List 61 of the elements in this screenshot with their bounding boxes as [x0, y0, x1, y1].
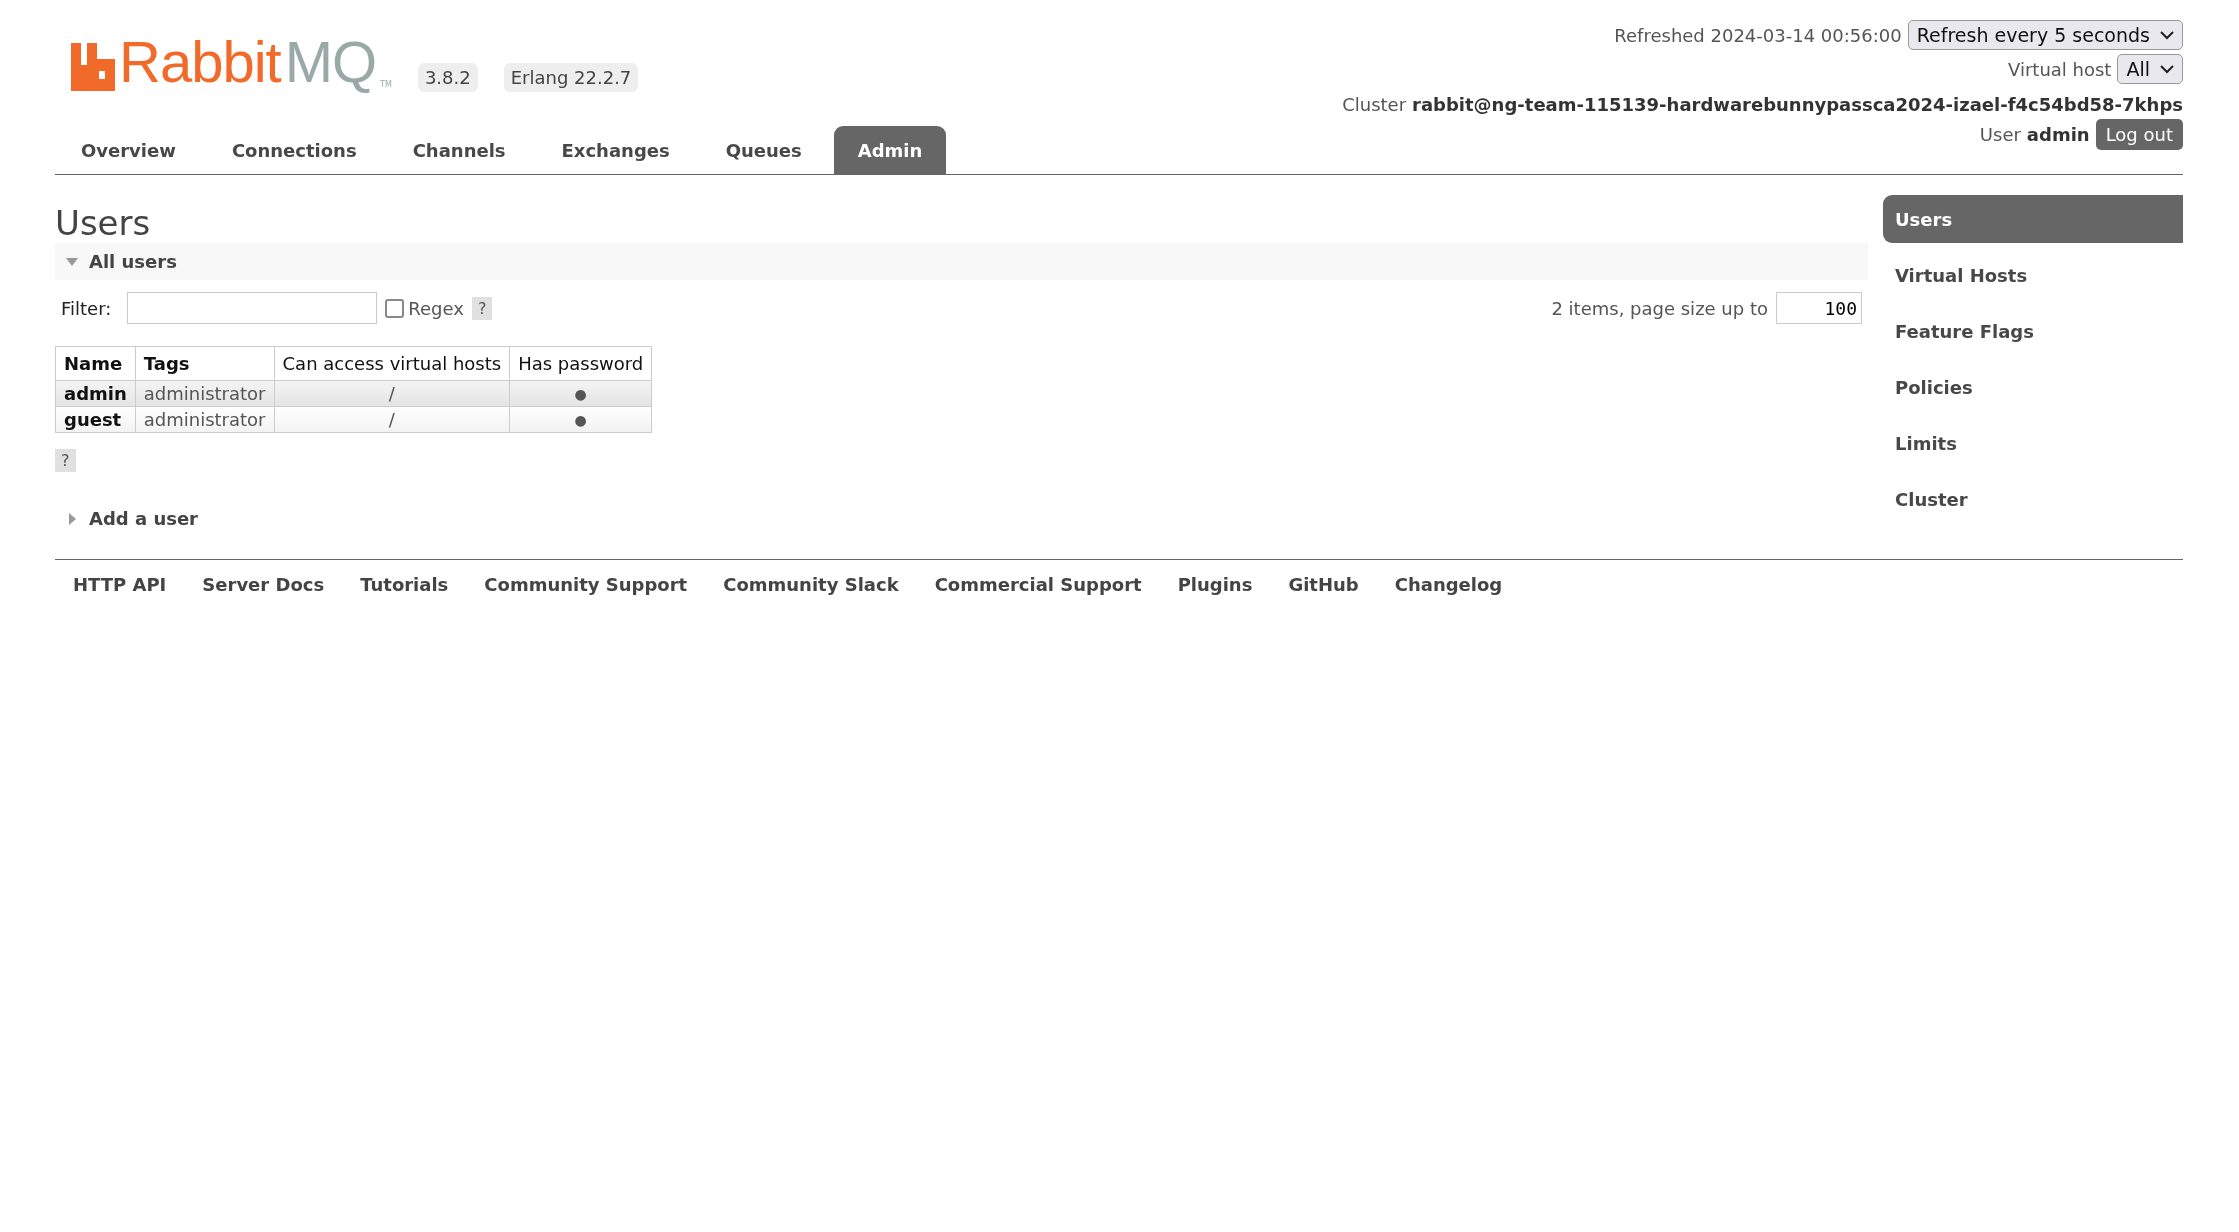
nav-tab[interactable]: Admin	[833, 126, 947, 174]
table-cell: guest	[55, 406, 136, 433]
sidebar-item[interactable]: Cluster	[1883, 475, 2183, 523]
footer-link[interactable]: GitHub	[1288, 574, 1359, 595]
table-cell: admin	[55, 380, 136, 407]
footer-link[interactable]: Community Slack	[723, 574, 899, 595]
logo-text: MQ	[284, 33, 377, 91]
filter-field[interactable]	[127, 292, 378, 324]
sidebar-item[interactable]: Limits	[1883, 419, 2183, 467]
footer-link[interactable]: Changelog	[1394, 574, 1503, 595]
section-header[interactable]: Add a user	[55, 500, 1868, 537]
version-badge: 3.8.2	[417, 63, 478, 92]
nav-tab[interactable]: Connections	[207, 126, 381, 174]
page-title: Users	[55, 202, 152, 243]
logo-text: Rabbit	[119, 33, 281, 91]
page-size-field[interactable]: 100	[1776, 292, 1862, 324]
user-label: User	[1979, 124, 2021, 145]
footer-link[interactable]: Commercial Support	[934, 574, 1142, 595]
regex-label: Regex	[408, 297, 464, 319]
help-button[interactable]: ?	[471, 296, 493, 320]
logo-icon	[71, 43, 115, 91]
table-cell: ●	[509, 406, 652, 433]
footer-link[interactable]: Tutorials	[360, 574, 449, 595]
column-header: Tags	[135, 346, 275, 381]
chevron-down-icon	[2160, 30, 2174, 40]
user-name: admin	[2026, 124, 2090, 145]
refresh-select[interactable]: Refresh every 5 seconds	[1907, 20, 2183, 50]
nav-tab[interactable]: Channels	[388, 126, 530, 174]
nav-tab[interactable]: Overview	[57, 126, 200, 174]
table-cell: /	[274, 380, 510, 407]
column-header: Has password	[509, 346, 652, 381]
trademark: TM	[380, 80, 392, 89]
filter-label: Filter:	[61, 297, 112, 319]
cluster-name: rabbit@ng-team-115139-hardwarebunnypassca2024-izael-f4c54bd58-7khps	[1412, 94, 2183, 115]
nav-tab[interactable]: Exchanges	[537, 126, 694, 174]
sidebar-item[interactable]: Users	[1883, 195, 2183, 243]
sidebar-item[interactable]: Policies	[1883, 363, 2183, 411]
table-cell: administrator	[135, 380, 275, 407]
section-header[interactable]: All users	[55, 243, 1868, 280]
footer-link[interactable]: Server Docs	[202, 574, 325, 595]
column-header: Name	[55, 346, 136, 381]
refreshed-text: Refreshed 2024-03-14 00:56:00	[1614, 24, 1902, 46]
cluster-label: Cluster	[1342, 94, 1407, 115]
table-cell: /	[274, 406, 510, 433]
column-header: Can access virtual hosts	[274, 346, 510, 381]
footer-link[interactable]: HTTP API	[73, 574, 167, 595]
chevron-down-icon	[2160, 64, 2174, 74]
regex-checkbox[interactable]	[385, 298, 405, 318]
table-cell: ●	[509, 380, 652, 407]
vhost-label: Virtual host	[2008, 58, 2112, 80]
nav-tab[interactable]: Queues	[701, 126, 826, 174]
sidebar-item[interactable]: Feature Flags	[1883, 307, 2183, 355]
footer-link[interactable]: Plugins	[1177, 574, 1253, 595]
table-cell: administrator	[135, 406, 275, 433]
vhost-select[interactable]: All	[2117, 54, 2183, 84]
footer-link[interactable]: Community Support	[484, 574, 688, 595]
pagination-text: 2 items, page size up to	[1551, 297, 1768, 319]
sidebar-item[interactable]: Virtual Hosts	[1883, 251, 2183, 299]
logout-button[interactable]: Log out	[2095, 119, 2183, 150]
help-button[interactable]: ?	[55, 449, 76, 472]
erlang-badge: Erlang 22.2.7	[503, 63, 639, 92]
